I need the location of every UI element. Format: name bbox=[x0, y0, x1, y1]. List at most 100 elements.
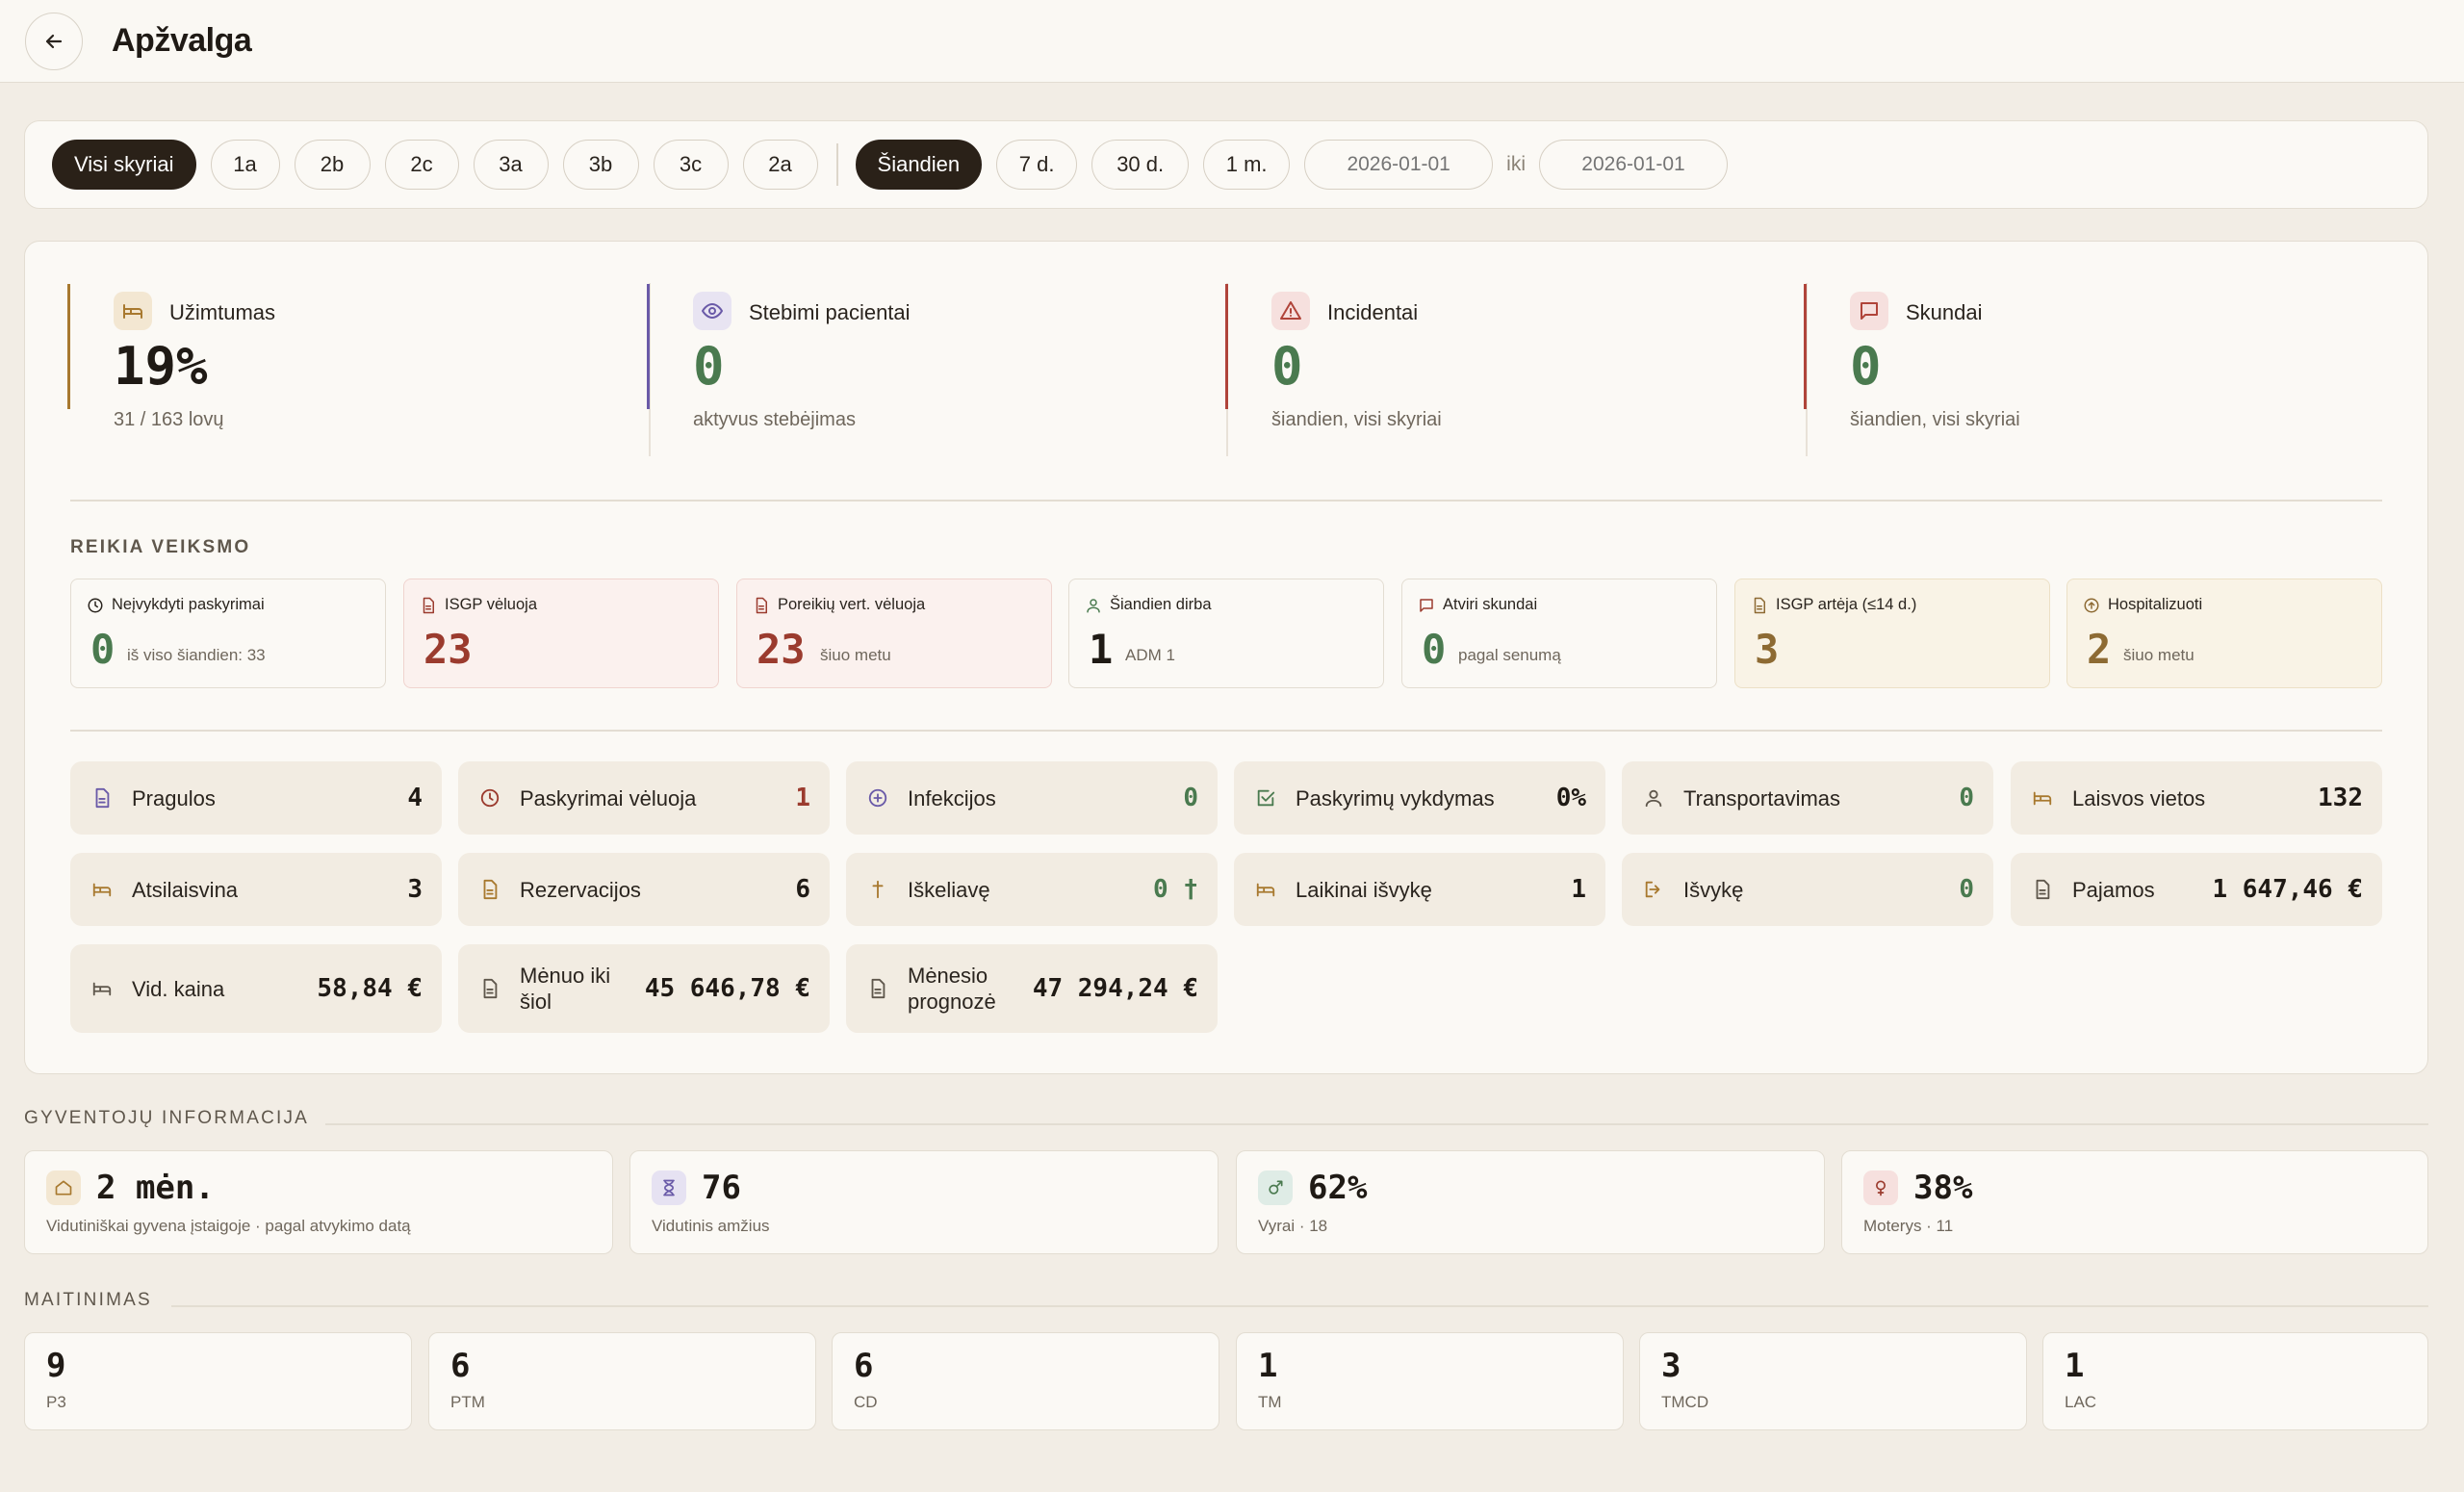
person-icon bbox=[1085, 597, 1110, 614]
card-subtext: iš viso šiandien: 33 bbox=[127, 646, 266, 664]
resident-card-avg-age: 76 Vidutinis amžius bbox=[629, 1150, 1219, 1254]
clock-icon bbox=[479, 787, 500, 809]
cross-icon bbox=[867, 879, 888, 900]
nutrition-card-tm: 1 TM bbox=[1236, 1332, 1624, 1430]
filter-dept-2c[interactable]: 2c bbox=[384, 140, 459, 190]
stat-label: Pragulos bbox=[132, 785, 216, 810]
resident-card-women: 38% Moterys · 11 bbox=[1841, 1150, 2428, 1254]
action-card-open-complaints[interactable]: Atviri skundai 0 pagal senumą bbox=[1401, 579, 1717, 688]
stat-value: 0 † bbox=[1153, 875, 1198, 904]
stat-tile-month-to-date[interactable]: Mėnuo iki šiol 45 646,78 € bbox=[458, 944, 830, 1033]
filter-dept-all[interactable]: Visi skyriai bbox=[52, 140, 196, 190]
kpi-subtext: šiandien, visi skyriai bbox=[1850, 409, 2020, 430]
stat-label: Iškeliavę bbox=[908, 877, 990, 902]
kpi-occupancy: Užimtumas 19% 31 / 163 lovų bbox=[67, 284, 645, 430]
kpi-incidents: Incidentai 0 šiandien, visi skyriai bbox=[1225, 284, 1803, 430]
stat-tile-avg-price[interactable]: Vid. kaina 58,84 € bbox=[70, 944, 442, 1033]
kpi-subtext: šiandien, visi skyriai bbox=[1271, 409, 1442, 430]
kpi-value: 0 bbox=[1271, 336, 1303, 397]
card-subtext: ADM 1 bbox=[1125, 646, 1175, 664]
stat-tile-temporarily-away[interactable]: Laikinai išvykę 1 bbox=[1234, 853, 1605, 926]
stat-tile-transportation[interactable]: Transportavimas 0 bbox=[1622, 761, 1993, 835]
nutrition-label: TMCD bbox=[1661, 1393, 1709, 1411]
resident-subtext: Moterys · 11 bbox=[1863, 1217, 1954, 1235]
stat-label: Mėnuo iki šiol bbox=[520, 964, 611, 1014]
stat-value: 58,84 € bbox=[317, 974, 423, 1003]
action-card-hospitalized[interactable]: Hospitalizuoti 2 šiuo metu bbox=[2066, 579, 2382, 688]
stat-label: Pajamos bbox=[2072, 877, 2155, 902]
stat-tile-being-freed[interactable]: Atsilaisvina 3 bbox=[70, 853, 442, 926]
filter-dept-3c[interactable]: 3c bbox=[653, 140, 729, 190]
bed-icon bbox=[1255, 879, 1276, 900]
date-to-input[interactable] bbox=[1539, 140, 1728, 190]
card-label: Šiandien dirba bbox=[1110, 596, 1212, 613]
female-icon bbox=[1863, 1170, 1898, 1205]
stat-tile-infections[interactable]: Infekcijos 0 bbox=[846, 761, 1218, 835]
card-value: 23 bbox=[424, 626, 473, 673]
filter-dept-2a[interactable]: 2a bbox=[742, 140, 818, 190]
resident-value: 76 bbox=[702, 1169, 741, 1207]
stat-value: 4 bbox=[407, 784, 423, 812]
message-icon bbox=[1850, 292, 1888, 330]
stat-tile-month-forecast[interactable]: Mėnesio prognozė 47 294,24 € bbox=[846, 944, 1218, 1033]
card-label: ISGP vėluoja bbox=[445, 596, 538, 613]
filter-dept-3b[interactable]: 3b bbox=[562, 140, 639, 190]
nutrition-label: LAC bbox=[2065, 1393, 2097, 1411]
stat-tile-assignment-completion[interactable]: Paskyrimų vykdymas 0% bbox=[1234, 761, 1605, 835]
action-card-working-today[interactable]: Šiandien dirba 1 ADM 1 bbox=[1068, 579, 1384, 688]
stat-tile-reservations[interactable]: Rezervacijos 6 bbox=[458, 853, 830, 926]
kpi-complaints: Skundai 0 šiandien, visi skyriai bbox=[1804, 284, 2381, 430]
kpi-label: Stebimi pacientai bbox=[749, 300, 911, 324]
back-button[interactable] bbox=[25, 12, 83, 70]
action-card-isgp-late[interactable]: ISGP vėluoja 23 bbox=[403, 579, 719, 688]
filter-period-1y[interactable]: 1 m. bbox=[1203, 140, 1291, 190]
filter-dept-3a[interactable]: 3a bbox=[473, 140, 549, 190]
plus-circle-icon bbox=[867, 787, 888, 809]
filter-period-today[interactable]: Šiandien bbox=[855, 140, 983, 190]
bed-icon bbox=[91, 879, 113, 900]
resident-subtext: Vidutinis amžius bbox=[652, 1217, 770, 1235]
action-card-unfulfilled-assignments[interactable]: Neįvykdyti paskyrimai 0 iš viso šiandien… bbox=[70, 579, 386, 688]
nutrition-value: 9 bbox=[46, 1347, 66, 1385]
filter-period-30d[interactable]: 30 d. bbox=[1091, 140, 1190, 190]
document-icon bbox=[479, 879, 500, 900]
card-subtext: šiuo metu bbox=[2123, 646, 2194, 664]
arrow-up-circle-icon bbox=[2083, 597, 2108, 614]
date-from-input[interactable] bbox=[1304, 140, 1494, 190]
divider bbox=[70, 500, 2382, 502]
top-bar: Apžvalga bbox=[0, 0, 2464, 83]
nutrition-card-tmcd: 3 TMCD bbox=[1639, 1332, 2027, 1430]
stat-value: 0 bbox=[1959, 784, 1974, 812]
divider bbox=[325, 1123, 2428, 1125]
stat-label: Rezervacijos bbox=[520, 877, 641, 902]
nutrition-value: 1 bbox=[1258, 1347, 1278, 1385]
action-card-isgp-approaching[interactable]: ISGP artėja (≤14 d.) 3 bbox=[1734, 579, 2050, 688]
stat-tile-free-places[interactable]: Laisvos vietos 132 bbox=[2011, 761, 2382, 835]
stat-tile-deceased[interactable]: Iškeliavę 0 † bbox=[846, 853, 1218, 926]
stat-label: Laikinai išvykę bbox=[1296, 877, 1432, 902]
card-value: 23 bbox=[757, 626, 806, 673]
nutrition-card-cd: 6 CD bbox=[832, 1332, 1219, 1430]
stat-tile-departed[interactable]: Išvykę 0 bbox=[1622, 853, 1993, 926]
document-icon bbox=[2032, 879, 2053, 900]
filter-dept-2b[interactable]: 2b bbox=[294, 140, 371, 190]
card-label: Neįvykdyti paskyrimai bbox=[112, 596, 265, 613]
clock-icon bbox=[87, 597, 112, 614]
male-icon bbox=[1258, 1170, 1293, 1205]
date-range-separator: iki bbox=[1506, 153, 1526, 175]
stat-label: Vid. kaina bbox=[132, 976, 225, 1001]
section-title-action-needed: REIKIA VEIKSMO bbox=[70, 537, 251, 557]
filter-dept-1a[interactable]: 1a bbox=[210, 140, 280, 190]
action-card-needs-assessment-late[interactable]: Poreikių vert. vėluoja 23 šiuo metu bbox=[736, 579, 1052, 688]
exit-icon bbox=[1643, 879, 1664, 900]
bed-icon bbox=[91, 978, 113, 999]
filter-period-7d[interactable]: 7 d. bbox=[996, 140, 1078, 190]
card-label: Atviri skundai bbox=[1443, 596, 1538, 613]
stat-tile-pressure-ulcers[interactable]: Pragulos 4 bbox=[70, 761, 442, 835]
kpi-watched-patients: Stebimi pacientai 0 aktyvus stebėjimas bbox=[647, 284, 1224, 430]
card-value: 0 bbox=[1422, 626, 1447, 673]
home-icon bbox=[46, 1170, 81, 1205]
stat-tile-assignments-late[interactable]: Paskyrimai vėluoja 1 bbox=[458, 761, 830, 835]
bed-icon bbox=[2032, 787, 2053, 809]
stat-tile-revenue[interactable]: Pajamos 1 647,46 € bbox=[2011, 853, 2382, 926]
